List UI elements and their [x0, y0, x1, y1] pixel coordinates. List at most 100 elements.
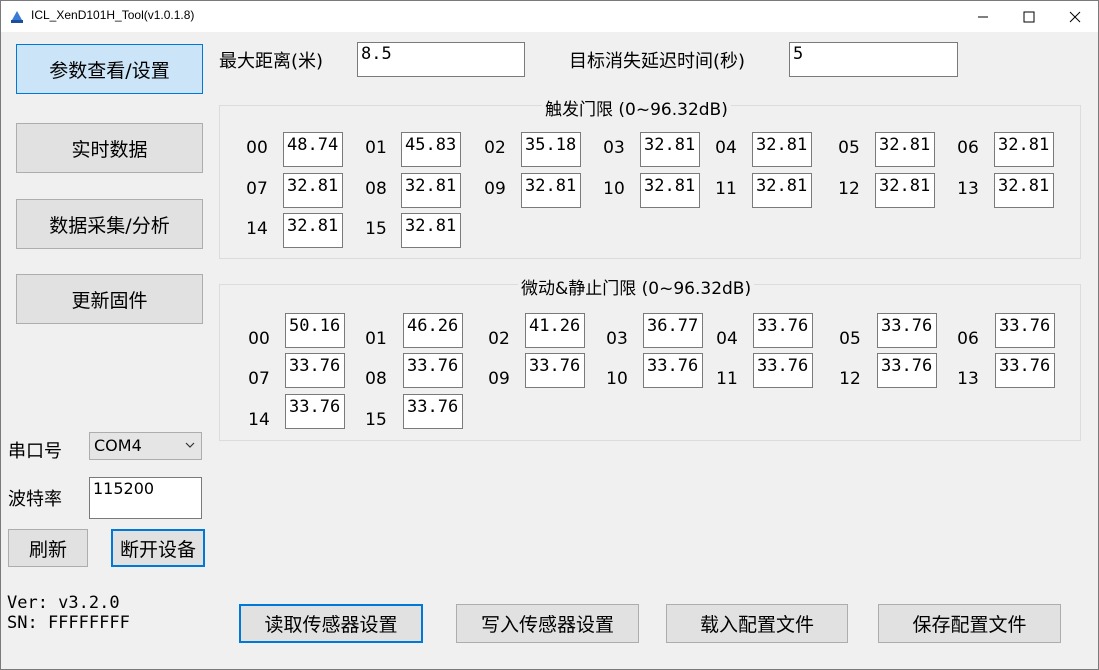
trigger-index-label: 11: [715, 179, 737, 199]
trigger-value-input[interactable]: 32.81: [994, 132, 1054, 167]
trigger-value-input[interactable]: 45.83: [401, 132, 461, 167]
nav-firmware-label: 更新固件: [71, 289, 148, 312]
motion-index-label: 02: [488, 329, 510, 349]
minimize-button[interactable]: [960, 1, 1006, 32]
trigger-index-label: 03: [603, 138, 625, 158]
motion-threshold-title: 微动&静止门限 (0~96.32dB): [518, 274, 755, 299]
read-sensor-button[interactable]: 读取传感器设置: [239, 604, 423, 643]
trigger-value-input[interactable]: 32.81: [401, 173, 461, 208]
trigger-value-input[interactable]: 32.81: [283, 213, 343, 248]
trigger-index-label: 00: [246, 138, 268, 158]
motion-index-label: 12: [839, 369, 861, 389]
motion-value-input[interactable]: 33.76: [285, 394, 345, 429]
trigger-index-label: 12: [838, 179, 860, 199]
nav-realtime-label: 实时数据: [71, 138, 148, 161]
motion-index-label: 04: [716, 329, 738, 349]
port-select[interactable]: COM4: [89, 432, 202, 460]
trigger-index-label: 02: [484, 138, 506, 158]
app-logo-icon: [11, 11, 23, 23]
trigger-index-label: 07: [246, 179, 268, 199]
motion-value-input[interactable]: 33.76: [877, 353, 937, 388]
motion-index-label: 15: [365, 410, 387, 430]
nav-collect-button[interactable]: 数据采集/分析: [16, 199, 203, 249]
trigger-value-input[interactable]: 32.81: [875, 173, 935, 208]
save-config-button[interactable]: 保存配置文件: [878, 604, 1061, 643]
motion-index-label: 11: [716, 369, 738, 389]
close-icon: [1069, 11, 1081, 22]
motion-value-input[interactable]: 50.16: [285, 313, 345, 348]
disconnect-button[interactable]: 断开设备: [111, 529, 205, 567]
read-sensor-label: 读取传感器设置: [264, 614, 398, 636]
trigger-index-label: 09: [484, 179, 506, 199]
motion-value-input[interactable]: 33.76: [285, 353, 345, 388]
motion-index-label: 05: [839, 329, 861, 349]
trigger-value-input[interactable]: 32.81: [752, 132, 812, 167]
max-distance-input[interactable]: 8.5: [357, 42, 525, 77]
port-label: 串口号: [8, 441, 62, 462]
motion-value-input[interactable]: 33.76: [995, 313, 1055, 348]
trigger-index-label: 06: [957, 138, 979, 158]
motion-value-input[interactable]: 33.76: [403, 394, 463, 429]
nav-collect-label: 数据采集/分析: [49, 214, 170, 237]
trigger-value-input[interactable]: 32.81: [401, 213, 461, 248]
version-text: Ver: v3.2.0: [7, 593, 120, 613]
nav-realtime-button[interactable]: 实时数据: [16, 123, 203, 173]
motion-value-input[interactable]: 36.77: [643, 313, 703, 348]
maximize-button[interactable]: [1006, 1, 1052, 32]
motion-value-input[interactable]: 33.76: [995, 353, 1055, 388]
trigger-index-label: 14: [246, 219, 268, 239]
trigger-value-input[interactable]: 32.81: [640, 173, 700, 208]
motion-value-input[interactable]: 46.26: [403, 313, 463, 348]
refresh-button[interactable]: 刷新: [8, 529, 88, 567]
motion-value-input[interactable]: 41.26: [525, 313, 585, 348]
sn-text: SN: FFFFFFFF: [7, 613, 130, 633]
write-sensor-label: 写入传感器设置: [480, 614, 614, 636]
trigger-value-input[interactable]: 32.81: [875, 132, 935, 167]
motion-value-input[interactable]: 33.76: [877, 313, 937, 348]
trigger-value-input[interactable]: 32.81: [521, 173, 581, 208]
trigger-value-input[interactable]: 32.81: [640, 132, 700, 167]
motion-index-label: 09: [488, 369, 510, 389]
motion-index-label: 14: [248, 410, 270, 430]
motion-index-label: 08: [365, 369, 387, 389]
window-title: ICL_XenD101H_Tool(v1.0.1.8): [31, 8, 195, 22]
motion-value-input[interactable]: 33.76: [525, 353, 585, 388]
motion-index-label: 01: [365, 329, 387, 349]
motion-index-label: 13: [957, 369, 979, 389]
nav-params-label: 参数查看/设置: [49, 59, 170, 82]
nav-params-button[interactable]: 参数查看/设置: [16, 44, 203, 94]
trigger-index-label: 04: [715, 138, 737, 158]
trigger-value-input[interactable]: 35.18: [521, 132, 581, 167]
delay-input[interactable]: 5: [789, 42, 958, 77]
motion-value-input[interactable]: 33.76: [643, 353, 703, 388]
trigger-index-label: 05: [838, 138, 860, 158]
trigger-threshold-title: 触发门限 (0~96.32dB): [542, 95, 731, 120]
trigger-value-input[interactable]: 32.81: [994, 173, 1054, 208]
motion-index-label: 10: [606, 369, 628, 389]
max-distance-label: 最大距离(米): [219, 51, 324, 72]
trigger-index-label: 13: [957, 179, 979, 199]
disconnect-label: 断开设备: [119, 538, 196, 561]
close-button[interactable]: [1052, 1, 1098, 32]
minimize-icon: [978, 16, 988, 17]
load-config-label: 载入配置文件: [699, 614, 814, 636]
motion-index-label: 00: [248, 329, 270, 349]
trigger-value-input[interactable]: 32.81: [752, 173, 812, 208]
load-config-button[interactable]: 载入配置文件: [666, 604, 848, 643]
motion-index-label: 07: [248, 369, 270, 389]
baud-label: 波特率: [8, 489, 62, 510]
trigger-index-label: 01: [365, 138, 387, 158]
maximize-icon: [1023, 11, 1035, 22]
motion-index-label: 06: [957, 329, 979, 349]
trigger-value-input[interactable]: 32.81: [283, 173, 343, 208]
nav-firmware-button[interactable]: 更新固件: [16, 274, 203, 324]
trigger-value-input[interactable]: 48.74: [283, 132, 343, 167]
app-window: ICL_XenD101H_Tool(v1.0.1.8) 参数查看/设置 实时数据…: [0, 0, 1099, 670]
write-sensor-button[interactable]: 写入传感器设置: [456, 604, 639, 643]
motion-value-input[interactable]: 33.76: [403, 353, 463, 388]
title-bar: ICL_XenD101H_Tool(v1.0.1.8): [1, 1, 1098, 32]
baud-input[interactable]: 115200: [89, 477, 202, 519]
delay-label: 目标消失延迟时间(秒): [569, 51, 746, 72]
motion-value-input[interactable]: 33.76: [753, 353, 813, 388]
motion-value-input[interactable]: 33.76: [753, 313, 813, 348]
